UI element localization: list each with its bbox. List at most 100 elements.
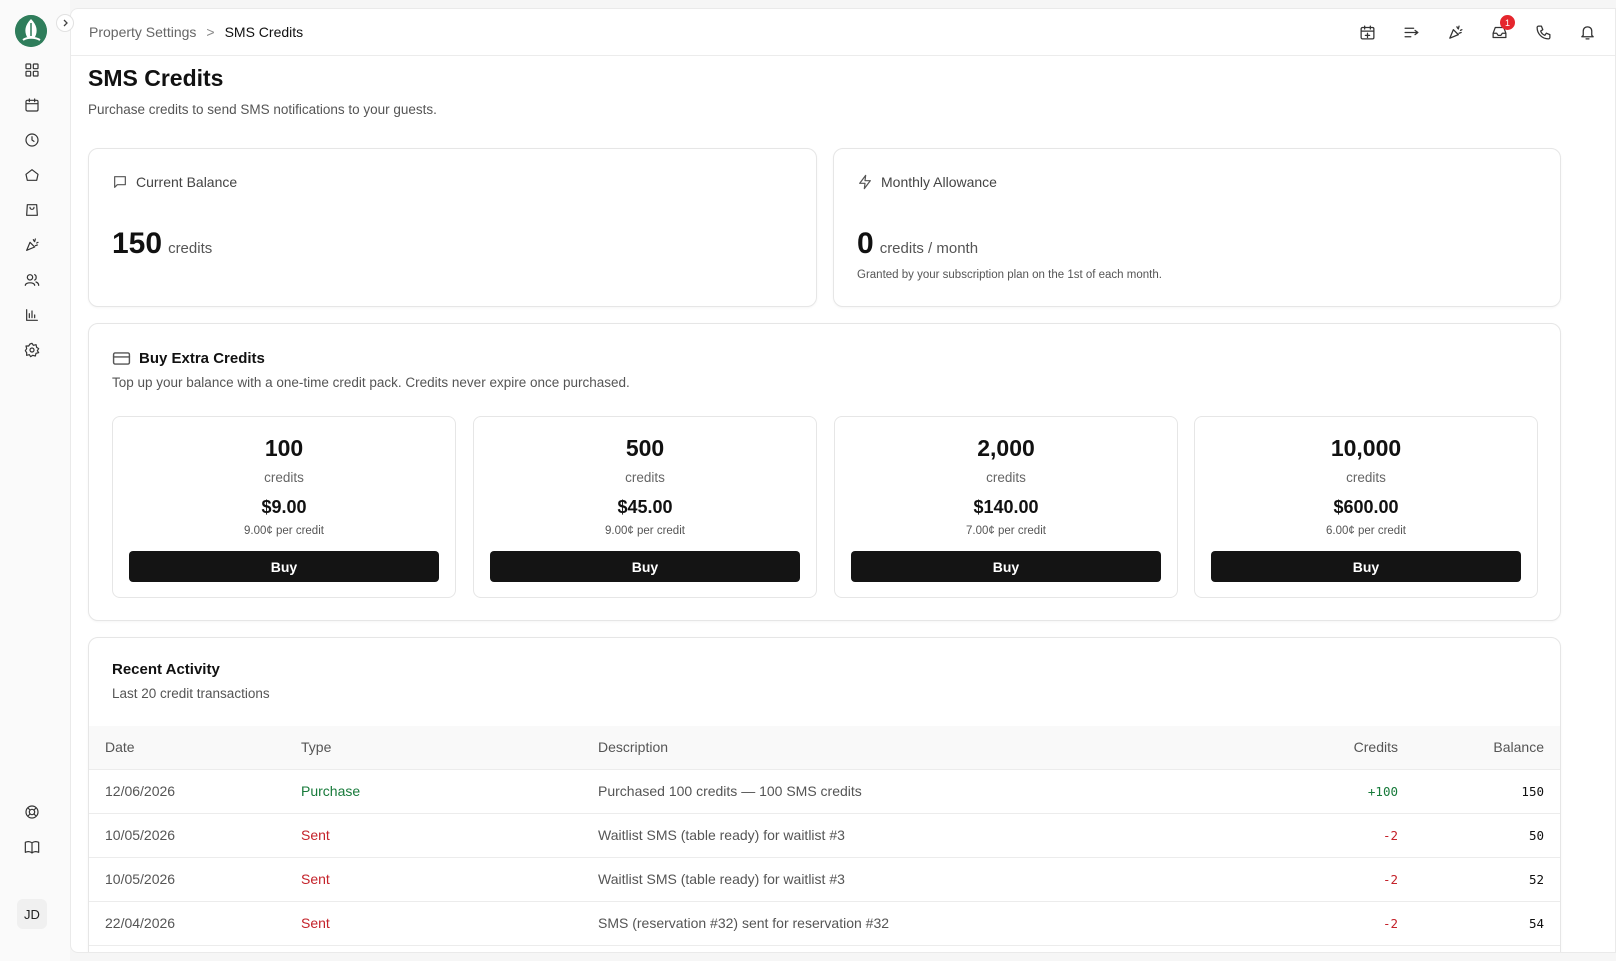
pack-price: $600.00: [1333, 497, 1399, 517]
recent-activity-title: Recent Activity: [112, 661, 220, 678]
pack-per-credit: 9.00¢ per credit: [244, 525, 324, 537]
sidebar-item-history[interactable]: [20, 128, 44, 152]
sidebar-item-docs[interactable]: [20, 835, 44, 859]
main-panel: Property Settings > SMS Credits 1 SMS Cr…: [70, 8, 1616, 953]
clock-icon: [25, 133, 39, 147]
row-type: Purchase: [301, 769, 598, 814]
pack-price: $45.00: [617, 497, 673, 517]
sidebar-item-guests[interactable]: [20, 268, 44, 292]
users-icon: [24, 274, 40, 286]
pack-credits: 100: [264, 435, 304, 461]
row-type: Sent: [301, 857, 598, 902]
chevron-right-icon: [63, 19, 68, 27]
user-avatar[interactable]: JD: [17, 899, 47, 929]
list-arrow-icon: [1403, 27, 1419, 37]
inbox-badge: 1: [1500, 15, 1515, 30]
notifications-button[interactable]: [1577, 22, 1597, 42]
sidebar-item-calendar[interactable]: [20, 93, 44, 117]
gear-icon: [24, 342, 40, 358]
waitlist-button[interactable]: [1401, 22, 1421, 42]
breadcrumb-separator: >: [206, 24, 215, 40]
credit-pack-10000: 10,000 credits $600.00 6.00¢ per credit …: [1194, 416, 1538, 598]
row-date: 22/04/2026: [89, 901, 301, 946]
credit-pack-100: 100 credits $9.00 9.00¢ per credit Buy: [112, 416, 456, 598]
current-balance-value-row: 150 credits: [112, 227, 212, 261]
monthly-allowance-unit: credits / month: [879, 240, 979, 257]
page-subtitle: Purchase credits to send SMS notificatio…: [88, 102, 437, 117]
phone-icon: [1535, 24, 1551, 40]
sidebar-item-reports[interactable]: [20, 303, 44, 327]
calendar-plus-icon: [1359, 24, 1375, 40]
monthly-allowance-value: 0: [857, 227, 874, 260]
pack-per-credit: 9.00¢ per credit: [605, 525, 685, 537]
sidebar-item-dashboard[interactable]: [20, 58, 44, 82]
column-description: Description: [598, 726, 1198, 770]
row-date: 12/06/2026: [89, 769, 301, 814]
party-popper-icon: [1448, 24, 1463, 39]
breadcrumb: Property Settings > SMS Credits: [89, 24, 303, 40]
buy-500-credits-button[interactable]: Buy: [490, 551, 800, 582]
current-balance-header: Current Balance: [112, 174, 237, 190]
party-popper-icon: [26, 238, 39, 251]
current-balance-unit: credits: [168, 240, 213, 257]
pack-credits: 10,000: [1330, 435, 1402, 461]
sidebar-item-support[interactable]: [20, 800, 44, 824]
row-type: Sent: [301, 813, 598, 858]
inbox-button[interactable]: 1: [1489, 15, 1515, 42]
pack-label: credits: [264, 470, 304, 485]
brand-logo-icon[interactable]: [15, 15, 47, 47]
buy-100-credits-button[interactable]: Buy: [129, 551, 439, 582]
table-row: 10/05/2026 Sent Waitlist SMS (table read…: [89, 813, 1560, 858]
sidebar-item-property[interactable]: [20, 163, 44, 187]
current-balance-label: Current Balance: [136, 174, 238, 190]
events-button[interactable]: [1445, 22, 1465, 42]
sidebar: JD: [0, 0, 74, 961]
sidebar-item-settings[interactable]: [20, 338, 44, 362]
table-row: 22/04/2026 Sent SMS (reservation #32) se…: [89, 901, 1560, 946]
column-balance: Balance: [1398, 726, 1560, 770]
monthly-allowance-label: Monthly Allowance: [881, 174, 997, 190]
pack-label: credits: [986, 470, 1026, 485]
credit-pack-500: 500 credits $45.00 9.00¢ per credit Buy: [473, 416, 817, 598]
pack-per-credit: 6.00¢ per credit: [1326, 525, 1406, 537]
row-description: Waitlist SMS (table ready) for waitlist …: [598, 857, 1198, 902]
top-actions: 1: [1357, 15, 1597, 42]
buy-10000-credits-button[interactable]: Buy: [1211, 551, 1521, 582]
new-reservation-button[interactable]: [1357, 22, 1377, 42]
grid-icon: [25, 63, 39, 77]
credit-card-icon: [112, 352, 131, 365]
pack-credits: 2,000: [977, 435, 1035, 461]
buy-credits-card: Buy Extra Credits Top up your balance wi…: [88, 323, 1561, 621]
table-header-row: Date Type Description Credits Balance: [89, 726, 1560, 770]
row-date: 10/05/2026: [89, 857, 301, 902]
row-balance: 52: [1398, 857, 1560, 902]
pack-label: credits: [625, 470, 665, 485]
pack-label: credits: [1346, 470, 1386, 485]
row-date: 10/05/2026: [89, 813, 301, 858]
message-square-icon: [114, 176, 126, 188]
activity-table: Date Type Description Credits Balance 12…: [89, 726, 1560, 946]
book-open-icon: [24, 841, 40, 854]
sidebar-expand-button[interactable]: [56, 14, 74, 32]
monthly-allowance-note: Granted by your subscription plan on the…: [857, 269, 1162, 281]
row-type: Sent: [301, 901, 598, 946]
monthly-allowance-header: Monthly Allowance: [857, 174, 997, 190]
pack-per-credit: 7.00¢ per credit: [966, 525, 1046, 537]
breadcrumb-property-settings[interactable]: Property Settings: [89, 24, 196, 40]
credit-pack-2000: 2,000 credits $140.00 7.00¢ per credit B…: [834, 416, 1178, 598]
monthly-allowance-card: Monthly Allowance 0 credits / month Grant…: [833, 148, 1561, 307]
lifebuoy-icon: [25, 805, 39, 819]
row-description: Waitlist SMS (table ready) for waitlist …: [598, 813, 1198, 858]
table-row: 12/06/2026 Purchase Purchased 100 credit…: [89, 769, 1560, 814]
bell-icon: [1580, 25, 1594, 40]
bar-chart-icon: [26, 309, 38, 321]
buy-2000-credits-button[interactable]: Buy: [851, 551, 1161, 582]
sidebar-item-orders[interactable]: [20, 198, 44, 222]
buy-credits-subtitle: Top up your balance with a one-time cred…: [112, 375, 630, 390]
page-title: SMS Credits: [88, 65, 224, 91]
phone-button[interactable]: [1533, 22, 1553, 42]
sidebar-item-events[interactable]: [20, 233, 44, 257]
current-balance-card: Current Balance 150 credits: [88, 148, 817, 307]
activity-table-wrap: Date Type Description Credits Balance 12…: [89, 726, 1560, 946]
pack-price: $9.00: [261, 497, 307, 517]
